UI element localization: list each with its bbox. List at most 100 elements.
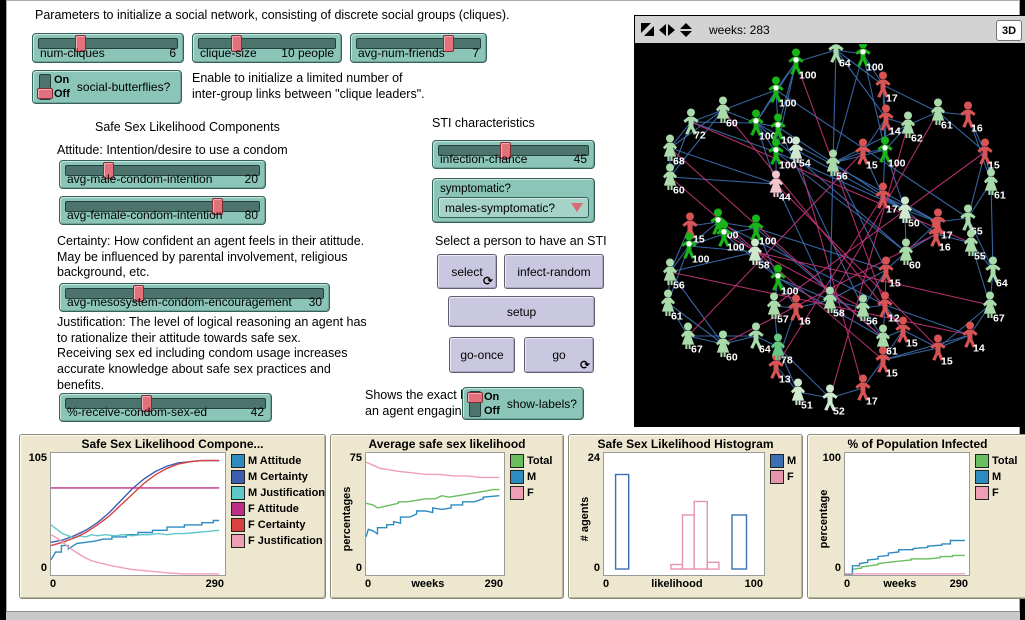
person-node[interactable]: 14 — [962, 322, 984, 355]
legend-swatch-icon — [231, 518, 245, 532]
person-node[interactable]: 16 — [960, 102, 982, 135]
node-label: 64 — [996, 278, 1008, 290]
link-line — [776, 196, 883, 366]
histogram-bar — [671, 565, 683, 570]
node-label: 61 — [671, 311, 683, 323]
legend-item: M Attitude — [231, 454, 327, 468]
person-node[interactable]: 64 — [828, 44, 850, 70]
plot-legend: TotalMF — [970, 452, 1025, 576]
switch-knob[interactable] — [37, 88, 53, 99]
person-node[interactable]: 15 — [682, 213, 704, 246]
link-line — [691, 122, 756, 123]
person-node[interactable]: 56 — [826, 150, 848, 183]
clique-size-slider[interactable]: clique-size10 people — [192, 33, 342, 63]
button-label: setup — [507, 305, 536, 319]
social-butterflies-switch[interactable]: On Off social-butterflies? — [32, 70, 182, 104]
show-labels-switch[interactable]: On Off show-labels? — [462, 387, 584, 420]
node-label: 64 — [839, 58, 851, 70]
button-label: select — [451, 265, 482, 279]
button-label: go — [552, 348, 565, 362]
avg-female-condom-intention-slider[interactable]: avg-female-condom-intention80 — [59, 196, 266, 225]
horizontal-arrows-icon[interactable] — [659, 24, 675, 36]
person-node[interactable]: 61 — [661, 290, 683, 323]
vertical-arrows-icon[interactable] — [680, 23, 692, 37]
node-label: 14 — [973, 343, 985, 355]
plot-legend: M AttitudeM CertaintyM JustificationF At… — [226, 452, 327, 576]
slider-value: 42 — [251, 405, 264, 419]
node-label: 100 — [727, 242, 745, 254]
avg-num-friends-slider[interactable]: avg-num-friends7 — [350, 33, 487, 63]
node-label: 17 — [886, 204, 898, 216]
chooser-value-box[interactable]: males-symptomatic? — [438, 197, 589, 218]
symptomatic-dot-icon — [793, 57, 798, 62]
person-node[interactable]: 16 — [788, 295, 810, 328]
node-label: 100 — [779, 98, 797, 110]
world-canvas[interactable]: 1001006410017607210010014626116685410056… — [635, 44, 1025, 427]
legend-swatch-icon — [770, 470, 784, 484]
person-node[interactable]: 14 — [878, 105, 900, 138]
y-min-label: 0 — [356, 562, 362, 574]
person-node[interactable]: 61 — [931, 99, 953, 132]
symptomatic-dot-icon — [882, 145, 887, 150]
switch-knob[interactable] — [467, 392, 483, 403]
switch-slot[interactable] — [39, 74, 51, 100]
node-label: 100 — [779, 160, 797, 172]
symptomatic-chooser[interactable]: symptomatic? males-symptomatic? — [432, 178, 595, 223]
person-node[interactable]: 44 — [769, 171, 791, 204]
node-label: 16 — [971, 123, 983, 135]
person-node[interactable]: 61 — [876, 325, 898, 358]
receive-condom-sex-ed-slider[interactable]: %-receive-condom-sex-ed42 — [59, 393, 272, 422]
legend-item: Total — [975, 454, 1025, 468]
infect-random-button[interactable]: infect-random — [504, 254, 604, 289]
person-node[interactable]: 67 — [983, 292, 1005, 325]
legend-swatch-icon — [231, 486, 245, 500]
person-node[interactable]: 60 — [716, 97, 738, 130]
person-node[interactable]: 51 — [791, 379, 813, 412]
switch-name: social-butterflies? — [77, 80, 170, 94]
symptomatic-dot-icon — [860, 49, 865, 54]
num-cliques-slider[interactable]: num-cliques6 — [32, 33, 184, 63]
plot-population-infected: % of Population Infected 100 percentage … — [807, 434, 1025, 599]
person-node[interactable]: 17 — [855, 375, 877, 408]
histogram-bar — [683, 515, 695, 569]
switch-slot[interactable] — [469, 391, 481, 417]
symptomatic-dot-icon — [775, 122, 780, 127]
setup-button[interactable]: setup — [448, 296, 595, 327]
go-once-button[interactable]: go-once — [449, 337, 515, 373]
person-node[interactable]: 52 — [822, 385, 844, 418]
select-button[interactable]: select ⟳ — [437, 254, 497, 289]
y-min-label: 0 — [594, 562, 600, 574]
legend-item: M — [770, 454, 800, 468]
legend-item: M — [975, 470, 1025, 484]
y-min-label: 0 — [41, 562, 47, 574]
switch-off-label: Off — [54, 88, 70, 100]
person-node[interactable]: 15 — [930, 335, 952, 368]
window-bottom-strip — [6, 611, 1020, 620]
tick-counter: weeks: 283 — [709, 23, 770, 37]
legend-item: F — [510, 486, 562, 500]
person-node[interactable]: 100 — [855, 44, 883, 74]
legend-swatch-icon — [231, 470, 245, 484]
switch-onoff-labels: On Off — [484, 391, 500, 417]
person-node[interactable]: 17 — [875, 72, 897, 105]
symptomatic-dot-icon — [753, 118, 758, 123]
series-line — [51, 535, 219, 574]
person-node[interactable]: 100 — [877, 137, 905, 170]
slider-label: avg-male-condom-intention — [67, 172, 212, 186]
avg-male-condom-intention-slider[interactable]: avg-male-condom-intention20 — [59, 160, 266, 189]
avg-mesosystem-condom-encouragement-slider[interactable]: avg-mesosystem-condom-encouragement30 — [59, 283, 330, 312]
slider-label: avg-mesosystem-condom-encouragement — [67, 295, 292, 309]
zoom-corner-icon[interactable] — [641, 23, 654, 36]
node-label: 50 — [908, 218, 920, 230]
infection-chance-slider[interactable]: infection-chance45 — [432, 140, 595, 169]
person-node[interactable]: 60 — [663, 164, 685, 197]
view-3d-button[interactable]: 3D — [996, 20, 1022, 41]
go-button[interactable]: go ⟳ — [524, 337, 594, 373]
person-node[interactable]: 61 — [984, 169, 1006, 202]
node-label: 100 — [888, 158, 906, 170]
person-node[interactable]: 12 — [877, 292, 899, 325]
slider-value: 80 — [245, 208, 258, 222]
legend-label: F Attitude — [248, 503, 299, 515]
y-min-label: 0 — [835, 562, 841, 574]
person-node[interactable]: 64 — [748, 323, 770, 356]
